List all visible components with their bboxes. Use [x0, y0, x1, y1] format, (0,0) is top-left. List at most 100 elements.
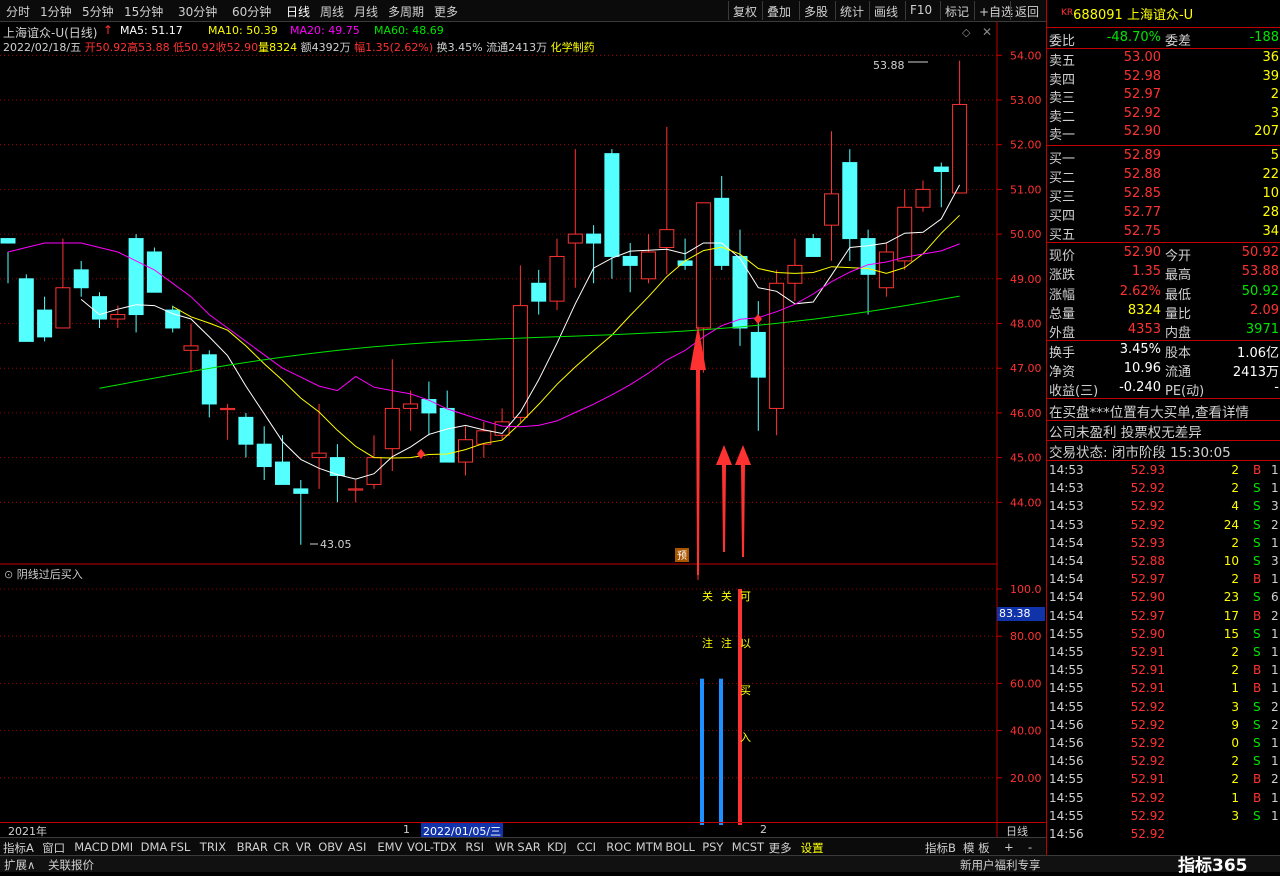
expand-button[interactable]: 扩展∧: [4, 857, 35, 873]
tick-volume: 15: [1223, 626, 1239, 641]
candle-body: [750, 331, 766, 378]
candle-body: [55, 287, 71, 329]
indicator-tab[interactable]: ASI: [348, 840, 367, 854]
indicator-tab[interactable]: MCST: [732, 840, 764, 854]
tick-side: S: [1253, 626, 1261, 641]
tick-count: 1: [1271, 790, 1279, 805]
tick-row: 14:56 52.92 0 S 1: [1049, 735, 1279, 753]
bid-volume: 22: [1262, 167, 1279, 182]
sub-tick-label: 20.00: [1010, 772, 1042, 785]
indicator-tab[interactable]: RSI: [465, 840, 484, 854]
ask-row: 卖二 52.92 3: [1049, 105, 1279, 125]
price-tick-label: 51.00: [1010, 183, 1042, 196]
ask-row: 卖三 52.97 2: [1049, 86, 1279, 106]
price-tick-label: 47.00: [1010, 362, 1042, 375]
tick-side: S: [1253, 645, 1261, 659]
indicator-tab[interactable]: 设置: [801, 840, 824, 856]
sub-signal-char: 注: [702, 636, 713, 650]
quote-value2: 50.92: [1241, 245, 1279, 260]
indicator-tab[interactable]: FSL: [170, 840, 190, 854]
kline-chart[interactable]: 54.00 53.00 52.00 51.00 50.00 49.00 48.00 47.00…: [0, 0, 1046, 855]
tick-count: 1: [1271, 572, 1279, 587]
indicator-tab[interactable]: -: [1028, 840, 1032, 854]
quote-row: 总量 8324 量比 2.09: [1049, 302, 1279, 322]
candle-body: [0, 238, 16, 244]
tick-price: 52.92: [1130, 736, 1165, 750]
ask-volume: 39: [1262, 68, 1279, 84]
indicator-tab[interactable]: MTM: [636, 840, 663, 854]
quote-label2: 最低: [1165, 287, 1192, 303]
indicator-tab[interactable]: VR: [296, 840, 312, 854]
quote-label: 外盘: [1049, 326, 1076, 342]
buy-arrow-icon: [716, 445, 732, 552]
indicator-tab[interactable]: 指标A: [3, 840, 34, 856]
indicator-tab[interactable]: BOLL: [665, 840, 695, 854]
indicator-tab[interactable]: VOL-TDX: [407, 840, 457, 854]
indicator-tab[interactable]: WR: [495, 840, 514, 854]
tick-price: 52.91: [1130, 772, 1165, 787]
tick-time: 14:54: [1049, 554, 1084, 568]
indicator-tab[interactable]: DMA: [141, 840, 168, 854]
indicator-tab[interactable]: TRIX: [200, 840, 226, 854]
ask-volume: 207: [1254, 124, 1279, 139]
indicator-tab[interactable]: MACD: [74, 840, 108, 854]
indicator-tab[interactable]: KDJ: [547, 840, 567, 854]
candle-body: [183, 345, 199, 351]
indicator-tab[interactable]: 模 板: [963, 840, 990, 856]
tick-side: S: [1253, 754, 1261, 769]
tick-price: 52.90: [1130, 590, 1165, 605]
indicator-tab[interactable]: SAR: [517, 840, 540, 854]
tick-time: 14:55: [1049, 681, 1084, 696]
tick-row: 14:55 52.92 3 S 2: [1049, 699, 1279, 717]
tick-side: S: [1253, 699, 1261, 714]
candle-body: [659, 229, 675, 249]
bid-volume: 10: [1262, 186, 1279, 201]
big-order-notice[interactable]: 在买盘***位置有大买单,查看详情: [1049, 401, 1279, 421]
tick-row: 14:55 52.91 1 B 1: [1049, 680, 1279, 698]
tick-count: 1: [1271, 736, 1279, 750]
indicator-tab[interactable]: OBV: [318, 840, 342, 854]
indicator-tab[interactable]: PSY: [702, 840, 723, 854]
price-tick-label: 50.00: [1010, 228, 1042, 241]
tick-row: 14:53 52.92 24 S 2: [1049, 517, 1279, 535]
indicator-tab[interactable]: CR: [273, 840, 289, 854]
indicator-tab[interactable]: BRAR: [237, 840, 268, 854]
tick-count: 2: [1271, 717, 1279, 732]
tick-side: S: [1253, 499, 1261, 514]
quote-value: 1.35: [1132, 264, 1161, 280]
indicator-tab[interactable]: +: [1004, 840, 1014, 854]
pre-badge-text: 预: [677, 550, 687, 562]
linked-quote-button[interactable]: 关联报价: [48, 857, 94, 873]
sub-signal-char: 以: [740, 637, 751, 650]
price-tick-label: 49.00: [1010, 273, 1042, 286]
bid-price: 52.89: [1123, 148, 1161, 163]
indicator-tab[interactable]: DMI: [111, 840, 133, 854]
tick-count: 1: [1271, 808, 1279, 823]
indicator-tab[interactable]: CCI: [577, 840, 596, 854]
high-label: 53.88: [873, 59, 905, 72]
candle-body: [311, 452, 327, 459]
candle-body: [293, 488, 309, 494]
tick-volume: 2: [1231, 663, 1239, 678]
indicator-tab[interactable]: EMV: [377, 840, 402, 854]
tick-side: B: [1253, 572, 1262, 587]
indicator-tab[interactable]: ROC: [606, 840, 631, 854]
indicator-tab[interactable]: 窗口: [42, 840, 65, 856]
tick-count: 2: [1271, 699, 1279, 714]
tick-count: 2: [1271, 608, 1279, 623]
tick-time: 14:53: [1049, 499, 1084, 514]
tick-time: 14:55: [1049, 808, 1084, 823]
low-label: 43.05: [320, 538, 352, 551]
bid-label: 买五: [1049, 228, 1076, 243]
tick-volume: 2: [1231, 772, 1239, 787]
fin-value: -0.240: [1119, 380, 1161, 395]
indicator-tab[interactable]: 更多: [769, 840, 792, 856]
tick-volume: 2: [1231, 645, 1239, 659]
tick-time: 14:56: [1049, 717, 1084, 732]
weibi-row: 委比 -48.70% 委差 -188: [1049, 30, 1279, 49]
indicator-tab[interactable]: 指标B: [925, 840, 956, 856]
new-user-link[interactable]: 新用户福利专享: [960, 857, 1041, 873]
candle-body: [421, 398, 437, 414]
candle-body: [165, 309, 181, 329]
tick-side: S: [1253, 517, 1261, 532]
